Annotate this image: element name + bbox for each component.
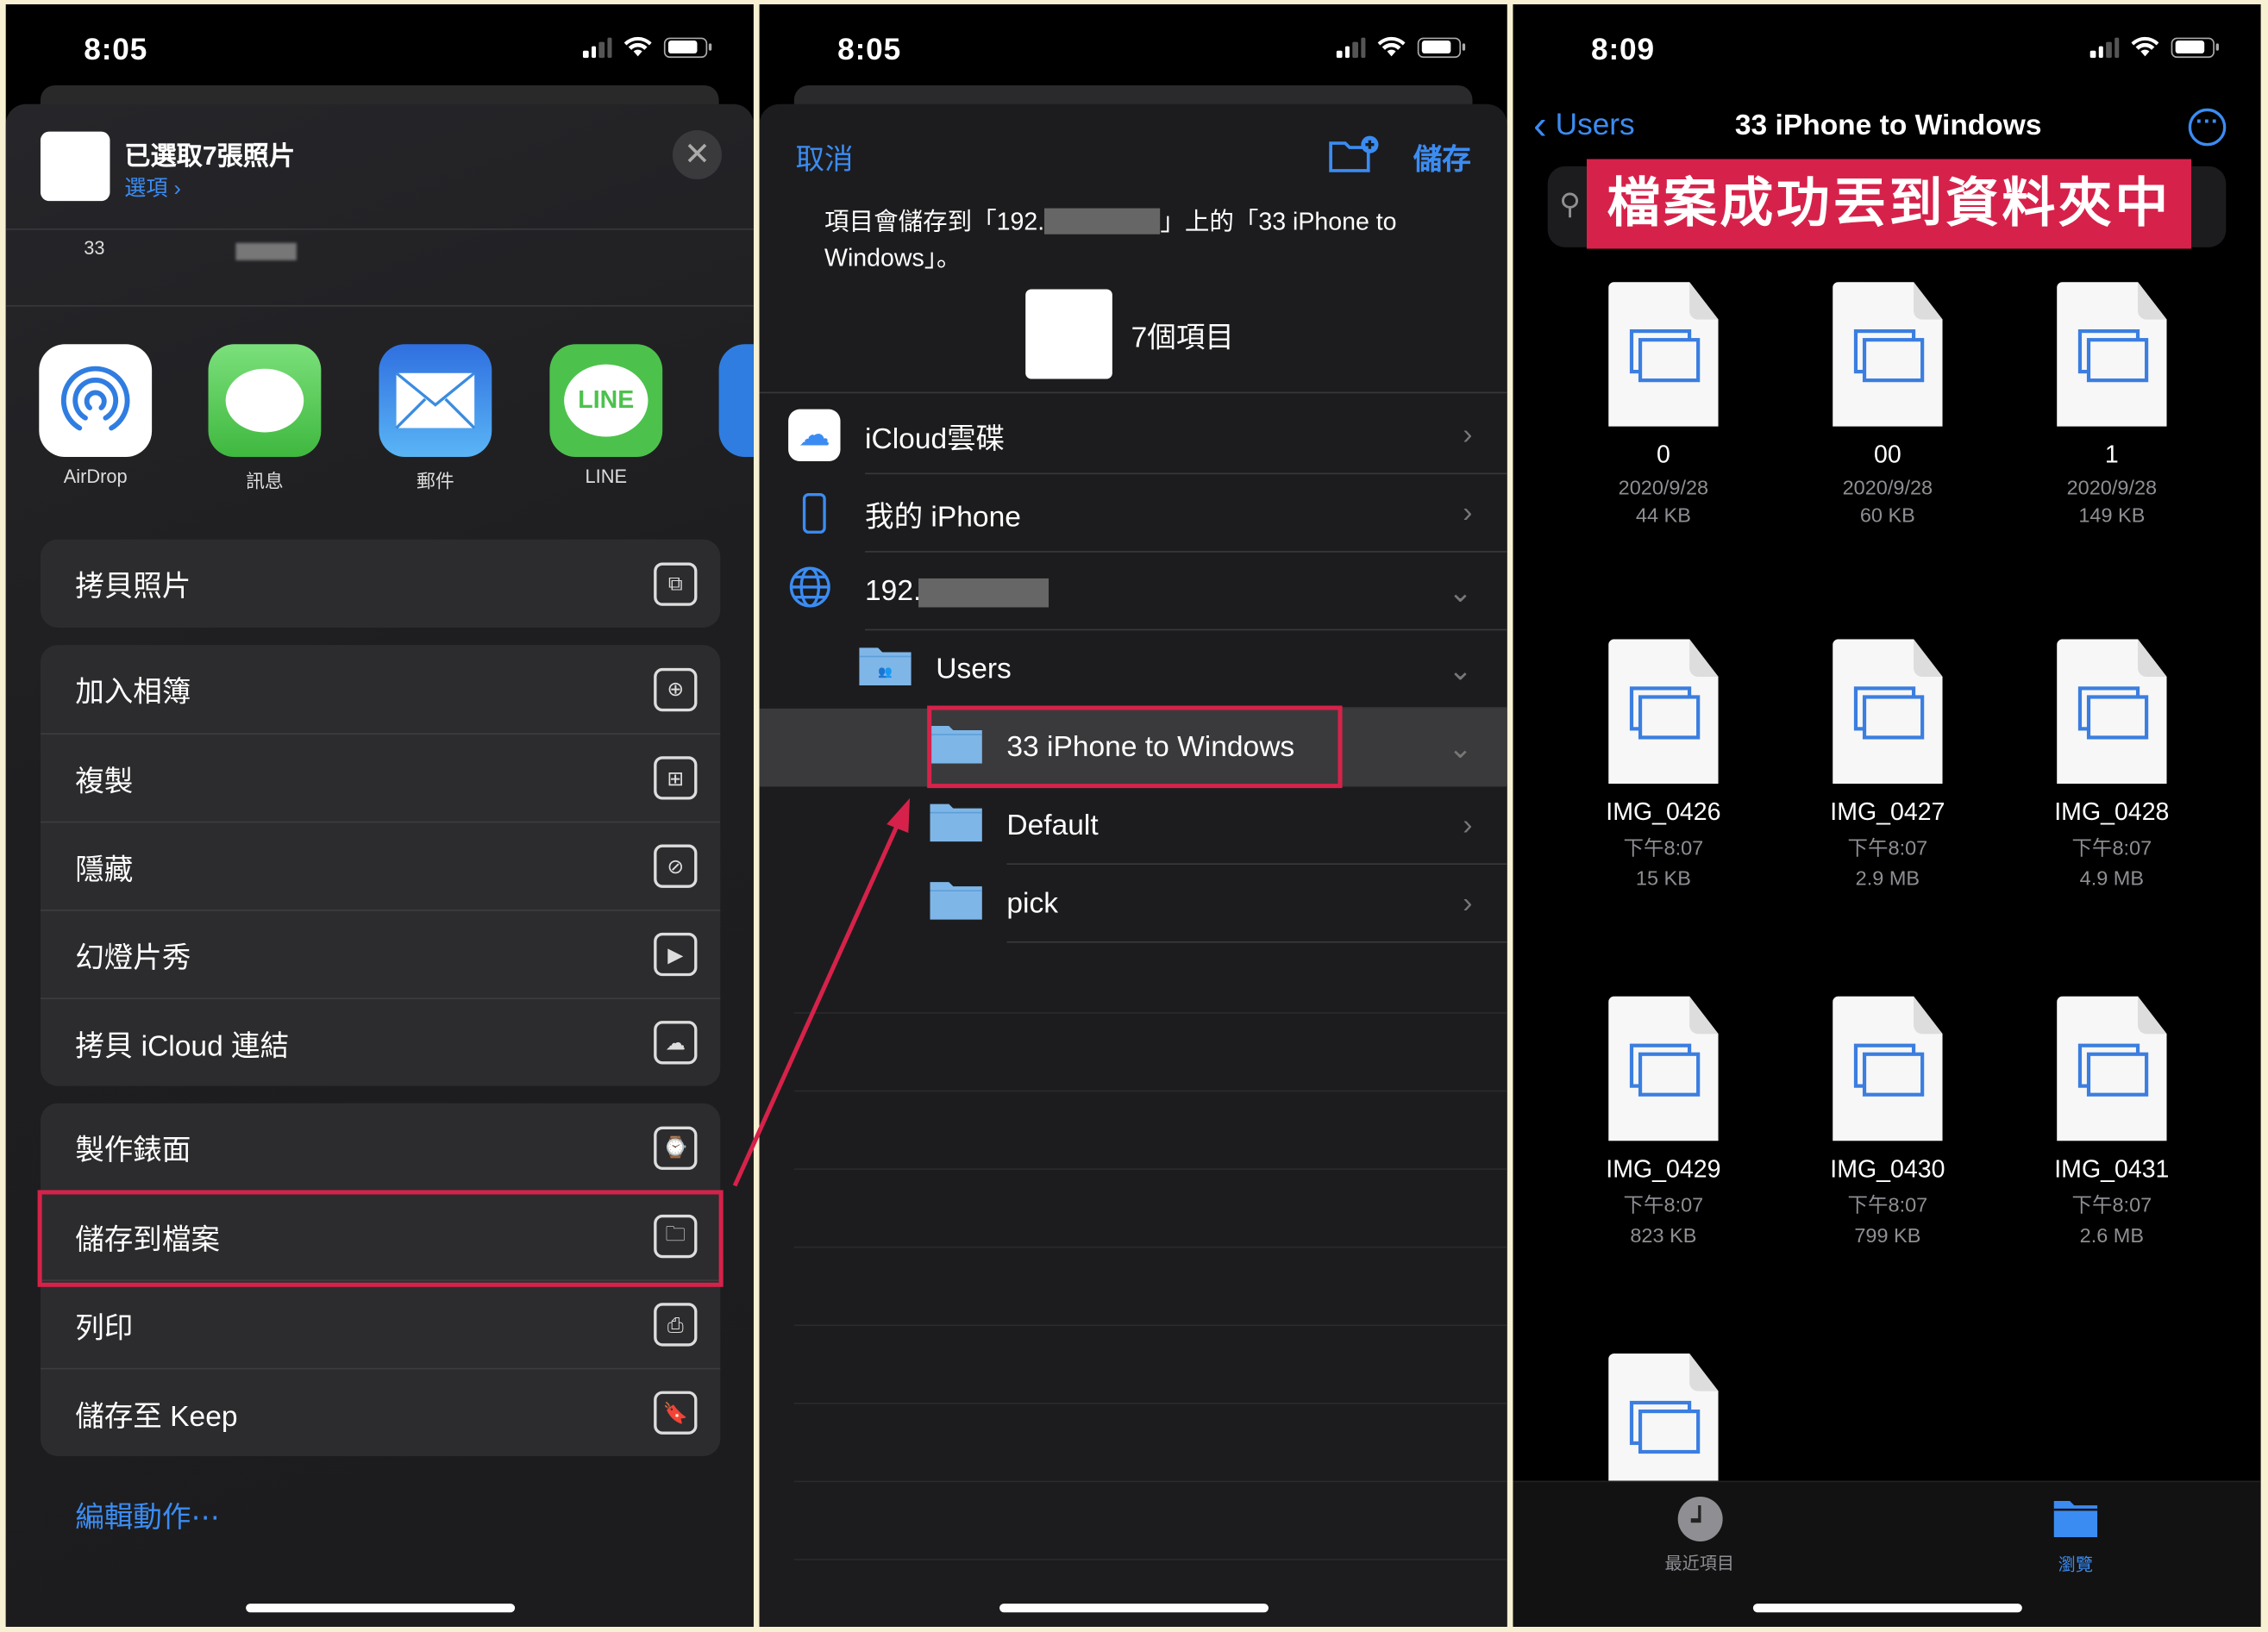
annotation-arrow	[732, 797, 911, 1187]
screenshot-collage: 8:05 😆 已選取7張照片 選項 › ✕ 33 AirDrop 訊息 郵件 LINE…	[0, 0, 2268, 1631]
